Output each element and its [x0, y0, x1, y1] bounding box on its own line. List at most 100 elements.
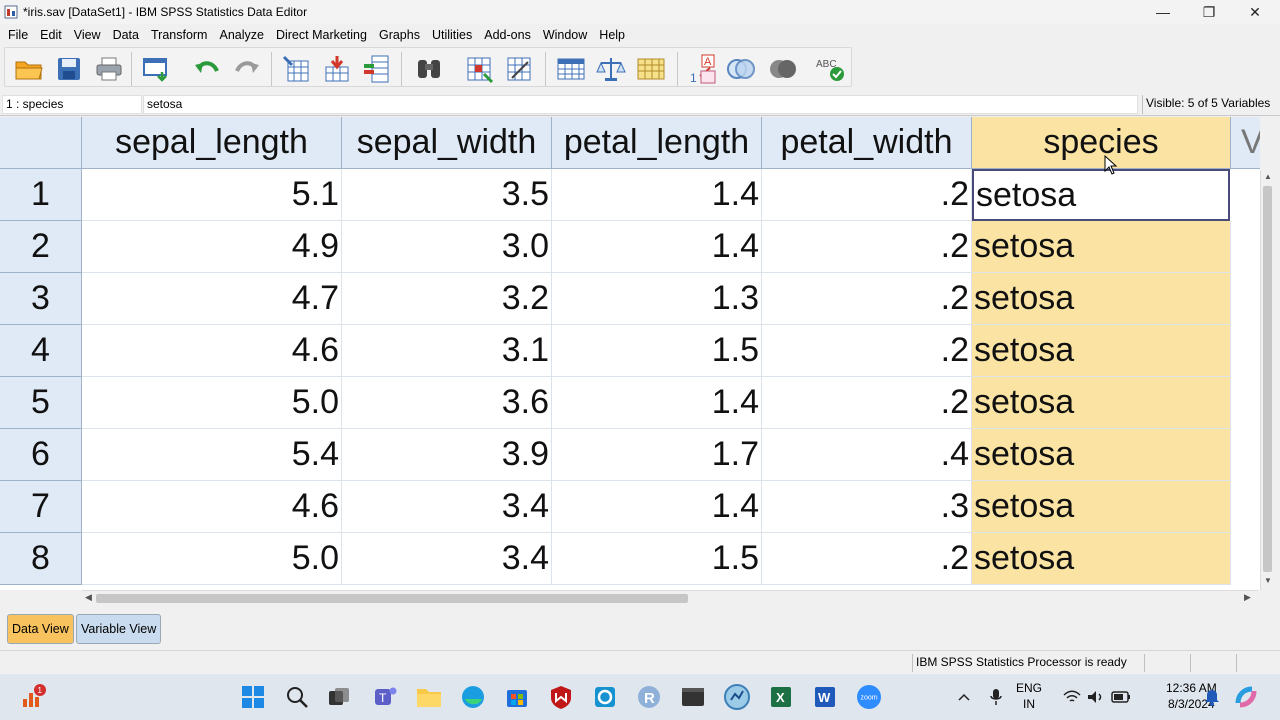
maximize-button[interactable]: ❐ [1186, 0, 1232, 24]
edge-icon[interactable] [458, 682, 488, 712]
menu-direct-marketing[interactable]: Direct Marketing [271, 28, 372, 42]
menu-transform[interactable]: Transform [146, 28, 213, 42]
terminal-icon[interactable] [678, 682, 708, 712]
row-header[interactable]: 4 [0, 325, 82, 377]
redo-icon[interactable] [231, 53, 263, 85]
spell-check-icon[interactable]: ABC [815, 53, 847, 85]
row-header[interactable]: 7 [0, 481, 82, 533]
table-cell[interactable]: setosa [972, 429, 1231, 481]
column-header-petal-length[interactable]: petal_length [552, 117, 762, 169]
menu-window[interactable]: Window [538, 28, 592, 42]
menu-utilities[interactable]: Utilities [427, 28, 477, 42]
spss-icon[interactable] [722, 682, 752, 712]
tab-variable-view[interactable]: Variable View [76, 614, 162, 644]
find-icon[interactable] [413, 53, 445, 85]
row-header[interactable]: 6 [0, 429, 82, 481]
scroll-right-icon[interactable]: ▶ [1244, 592, 1251, 603]
table-cell[interactable]: .2 [762, 377, 972, 429]
table-cell[interactable]: 5.4 [82, 429, 342, 481]
cell-reference-field[interactable]: 1 : species [2, 95, 142, 114]
select-cases-icon[interactable] [635, 53, 667, 85]
table-cell[interactable]: 4.6 [82, 325, 342, 377]
table-cell[interactable]: 3.4 [342, 533, 552, 585]
r-icon[interactable]: R [634, 682, 664, 712]
menu-analyze[interactable]: Analyze [214, 28, 268, 42]
table-cell[interactable]: setosa [972, 273, 1231, 325]
save-icon[interactable] [53, 53, 85, 85]
table-cell[interactable]: 3.4 [342, 481, 552, 533]
task-view-icon[interactable] [324, 682, 354, 712]
minimize-button[interactable]: — [1140, 0, 1186, 24]
notification-bell-icon[interactable] [1200, 682, 1224, 712]
search-icon[interactable] [282, 682, 312, 712]
table-cell[interactable]: 3.6 [342, 377, 552, 429]
scroll-left-icon[interactable]: ◀ [85, 592, 92, 603]
goto-case-icon[interactable] [281, 53, 313, 85]
start-icon[interactable] [238, 682, 268, 712]
table-cell[interactable]: 4.6 [82, 481, 342, 533]
word-icon[interactable]: W [810, 682, 840, 712]
menu-data[interactable]: Data [108, 28, 144, 42]
cortana-icon[interactable] [590, 682, 620, 712]
column-header-petal-width[interactable]: petal_width [762, 117, 972, 169]
active-cell[interactable]: setosa [972, 169, 1230, 221]
table-cell[interactable]: setosa [972, 481, 1231, 533]
teams-icon[interactable]: T [370, 682, 400, 712]
table-cell[interactable]: 4.7 [82, 273, 342, 325]
row-header[interactable]: 3 [0, 273, 82, 325]
table-cell[interactable]: 1.5 [552, 325, 762, 377]
vertical-scroll-thumb[interactable] [1263, 186, 1272, 572]
menu-help[interactable]: Help [594, 28, 630, 42]
table-cell[interactable]: setosa [972, 377, 1231, 429]
table-cell[interactable]: 3.0 [342, 221, 552, 273]
open-folder-icon[interactable] [13, 53, 45, 85]
tab-data-view[interactable]: Data View [7, 614, 74, 644]
column-header-sepal-length[interactable]: sepal_length [82, 117, 342, 169]
table-cell[interactable]: 5.0 [82, 377, 342, 429]
grid-corner[interactable] [0, 117, 82, 169]
table-cell[interactable]: .2 [762, 533, 972, 585]
split-file-icon[interactable] [555, 53, 587, 85]
file-explorer-icon[interactable] [414, 682, 444, 712]
mcafee-icon[interactable] [546, 682, 576, 712]
table-cell[interactable]: .2 [762, 221, 972, 273]
menu-edit[interactable]: Edit [35, 28, 67, 42]
table-cell[interactable]: 1.4 [552, 221, 762, 273]
row-header[interactable]: 5 [0, 377, 82, 429]
scroll-down-icon[interactable]: ▼ [1264, 576, 1272, 585]
table-cell[interactable]: setosa [972, 325, 1231, 377]
dialog-recall-icon[interactable] [141, 53, 173, 85]
print-icon[interactable] [93, 53, 125, 85]
excel-icon[interactable]: X [766, 682, 796, 712]
chevron-up-icon[interactable] [952, 682, 976, 712]
table-cell[interactable]: 3.2 [342, 273, 552, 325]
battery-icon[interactable] [1108, 682, 1134, 712]
volume-icon[interactable] [1084, 682, 1108, 712]
input-language[interactable]: ENG IN [1016, 680, 1042, 712]
variables-icon[interactable] [361, 53, 393, 85]
value-labels-icon[interactable]: A1 [687, 53, 719, 85]
table-cell[interactable]: 5.1 [82, 169, 342, 221]
table-cell[interactable]: .3 [762, 481, 972, 533]
table-cell[interactable]: 3.9 [342, 429, 552, 481]
cell-value-field[interactable]: setosa [143, 95, 1138, 114]
row-header[interactable]: 2 [0, 221, 82, 273]
table-cell[interactable]: .2 [762, 169, 972, 221]
row-header[interactable]: 8 [0, 533, 82, 585]
menu-graphs[interactable]: Graphs [374, 28, 425, 42]
microphone-icon[interactable] [984, 682, 1008, 712]
insert-variable-icon[interactable] [503, 53, 535, 85]
zoom-icon[interactable]: zoom [854, 682, 884, 712]
insert-cases-icon[interactable] [463, 53, 495, 85]
show-all-variables-icon[interactable] [767, 53, 799, 85]
menu-add-ons[interactable]: Add-ons [479, 28, 536, 42]
table-cell[interactable]: 1.4 [552, 377, 762, 429]
goto-variable-icon[interactable] [321, 53, 353, 85]
vertical-scrollbar[interactable]: ▲ ▼ [1260, 170, 1274, 590]
weight-cases-icon[interactable] [595, 53, 627, 85]
table-cell[interactable]: 4.9 [82, 221, 342, 273]
table-cell[interactable]: 5.0 [82, 533, 342, 585]
table-cell[interactable]: setosa [972, 533, 1231, 585]
close-button[interactable]: ✕ [1232, 0, 1278, 24]
table-cell[interactable]: 1.7 [552, 429, 762, 481]
